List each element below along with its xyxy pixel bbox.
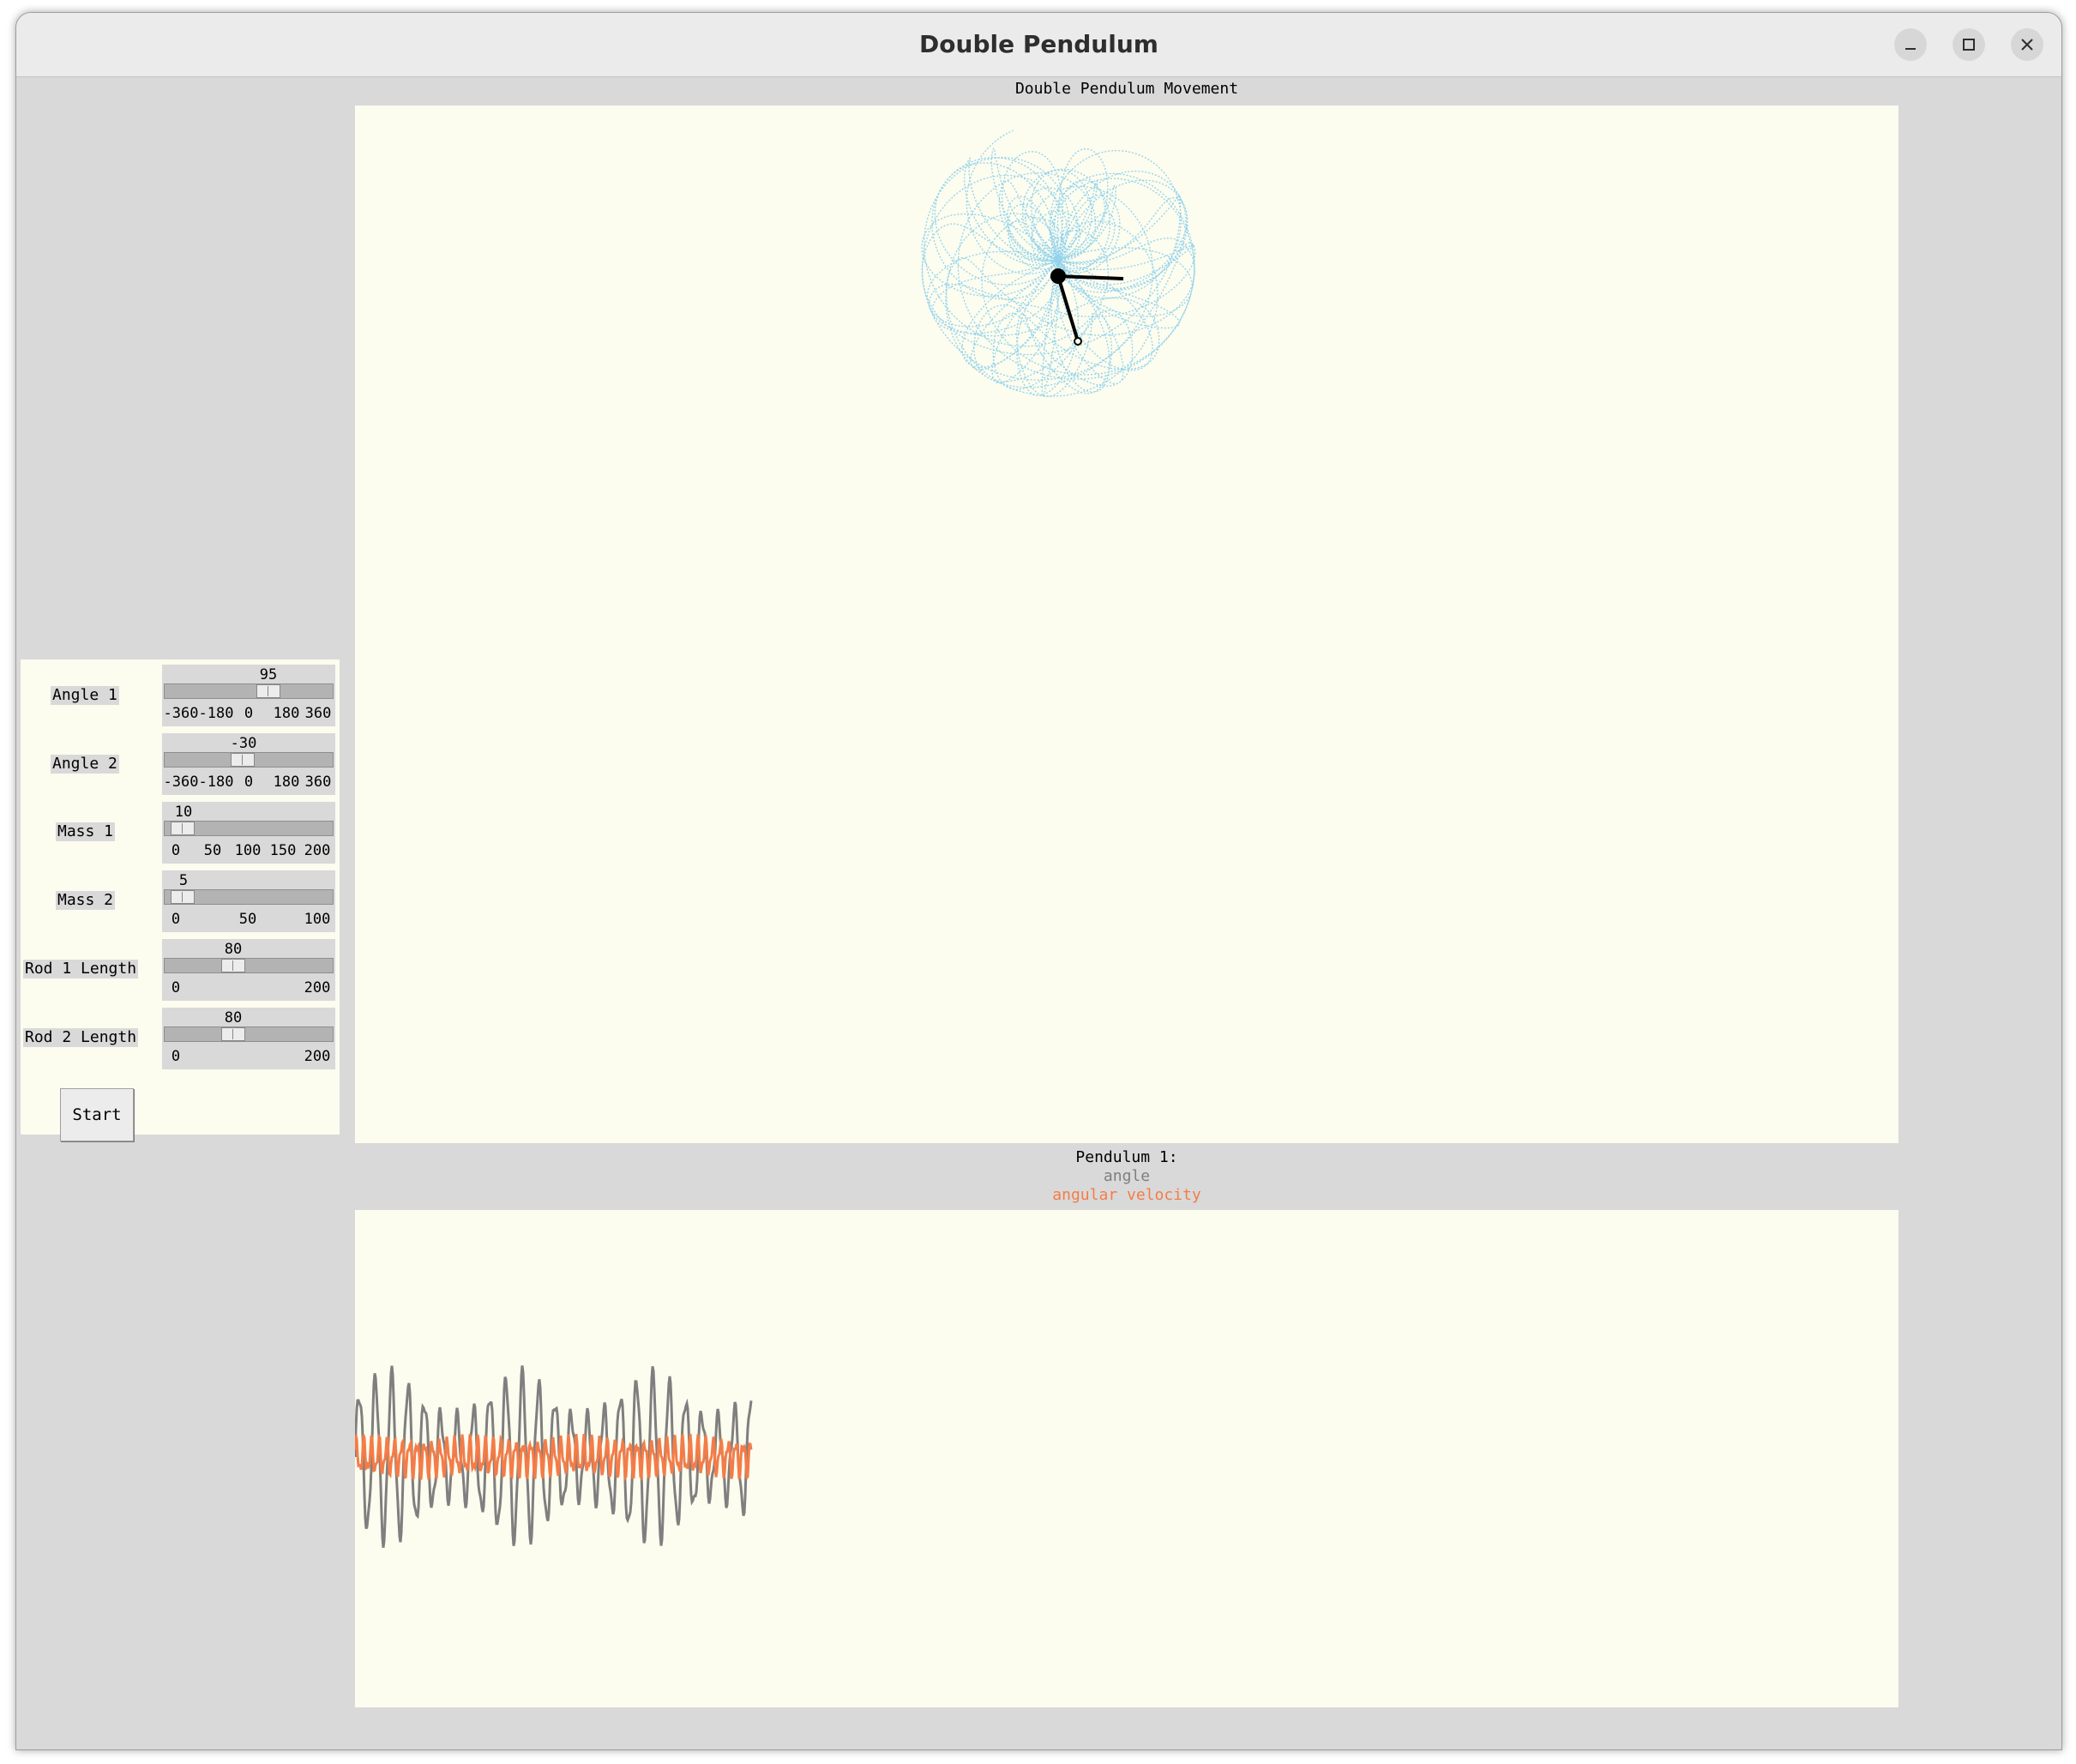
mass2-tick: 0 [171, 911, 181, 928]
start-button[interactable]: Start [60, 1088, 134, 1141]
pendulum-plot-canvas [353, 1210, 1898, 1707]
mass1-tick: 200 [304, 842, 331, 859]
plot-legend-angular-velocity: angular velocity [1052, 1186, 1201, 1204]
rod-2 [1056, 275, 1080, 342]
mass1-slider[interactable]: 10 0 50 100 150 200 [162, 802, 335, 864]
mass1-value: 10 [174, 804, 193, 821]
rod1-length-value: 80 [224, 941, 243, 958]
rod2-length-value: 80 [224, 1009, 243, 1026]
angle2-tick: -180 [198, 774, 234, 791]
plot-title: Pendulum 1: [1075, 1148, 1178, 1166]
rod1-length-thumb[interactable] [221, 959, 245, 972]
angle2-slider[interactable]: -30 -360 -180 0 180 360 [162, 733, 335, 795]
angle2-tick: 0 [244, 774, 254, 791]
maximize-icon [1963, 39, 1975, 51]
rod2-length-tick: 200 [304, 1048, 331, 1065]
angle1-slider[interactable]: 95 -360 -180 0 180 360 [162, 665, 335, 726]
rod2-length-trough[interactable] [164, 1026, 334, 1042]
plot-legend-angle: angle [1103, 1167, 1151, 1185]
mass1-thumb[interactable] [171, 822, 195, 835]
angle1-tick: 0 [244, 705, 254, 722]
rod2-length-tick: 0 [171, 1048, 181, 1065]
window-title: Double Pendulum [919, 30, 1158, 58]
minimize-button[interactable] [1894, 28, 1927, 61]
mass2-value: 5 [178, 872, 189, 889]
mass1-tick: 50 [203, 842, 222, 859]
angle2-tick: 360 [304, 774, 332, 791]
angle1-tick: -180 [198, 705, 234, 722]
rod2-length-thumb[interactable] [221, 1027, 245, 1041]
angle2-tick: 180 [273, 774, 300, 791]
mass2-slider[interactable]: 5 0 50 100 [162, 870, 335, 932]
rod2-length-label: Rod 2 Length [23, 1028, 139, 1047]
close-icon [2021, 39, 2033, 51]
pendulum-plot-svg [353, 1365, 753, 1548]
rod1-length-tick: 200 [304, 979, 331, 996]
mass2-thumb[interactable] [171, 890, 195, 904]
maximize-button[interactable] [1953, 28, 1985, 61]
rod2-length-slider[interactable]: 80 0 200 [162, 1008, 335, 1069]
rod1-length-label: Rod 1 Length [23, 960, 139, 978]
rod-1 [1057, 274, 1124, 280]
pivot-bob [1050, 268, 1066, 284]
angle1-tick: 360 [304, 705, 332, 722]
mass1-tick: 0 [171, 842, 181, 859]
control-panel: Angle 1 95 -360 -180 0 180 360 Angle 2 -… [21, 659, 340, 1141]
pendulum-trace [921, 129, 1196, 398]
angular-velocity-series [353, 1433, 753, 1482]
angle1-tick: -360 [163, 705, 199, 722]
title-bar[interactable]: Double Pendulum [16, 13, 2061, 77]
mass1-label: Mass 1 [56, 822, 116, 841]
mass2-label: Mass 2 [56, 891, 116, 910]
angle1-value: 95 [259, 666, 278, 683]
rod1-length-slider[interactable]: 80 0 200 [162, 939, 335, 1001]
angle1-label: Angle 1 [51, 686, 119, 705]
angle2-label: Angle 2 [51, 755, 119, 774]
angle2-tick: -360 [163, 774, 199, 791]
pendulum-animation-svg [921, 129, 1196, 398]
rod1-length-tick: 0 [171, 979, 181, 996]
angle1-tick: 180 [273, 705, 300, 722]
mass2-tick: 100 [304, 911, 331, 928]
animation-caption: Double Pendulum Movement [1014, 80, 1239, 98]
app-window: Double Pendulum Double Pendulum Movement… [15, 12, 2062, 1750]
angle2-thumb[interactable] [231, 753, 255, 767]
angle1-trough[interactable] [164, 683, 334, 699]
mass2-tick: 50 [238, 911, 257, 928]
mass1-tick: 100 [234, 842, 262, 859]
bob-2 [1074, 337, 1082, 346]
minimize-icon [1905, 48, 1916, 50]
mass1-tick: 150 [269, 842, 297, 859]
pendulum-animation-canvas [355, 105, 1898, 1143]
angle2-value: -30 [230, 735, 257, 752]
close-button[interactable] [2011, 28, 2043, 61]
rod1-length-trough[interactable] [164, 958, 334, 973]
angle1-thumb[interactable] [256, 684, 280, 698]
